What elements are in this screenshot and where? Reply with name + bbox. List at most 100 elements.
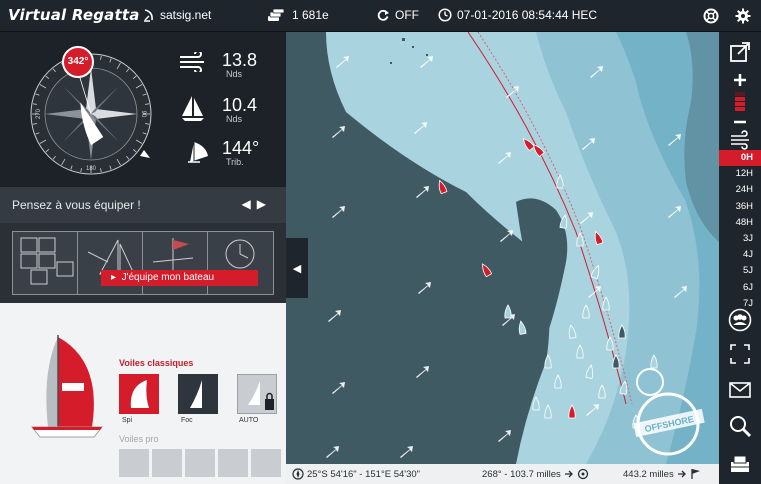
position-readout: 25°S 54'16" - 151°E 54'30" — [292, 468, 420, 480]
equip-boat-button[interactable]: ▸ J'équipe mon bateau — [101, 270, 258, 286]
pro-sail-tile-5[interactable] — [251, 449, 281, 477]
wind-speed-unit: Nds — [226, 69, 243, 79]
top-bar: Virtual Regatta satsig.net 1 681e OFF 07… — [0, 0, 761, 32]
game-clock: 07-01-2016 08:54:44 HEC — [438, 8, 597, 22]
coins-icon — [268, 8, 285, 21]
sail-foc-button[interactable] — [178, 374, 218, 414]
equip-prompt: Pensez à vous équiper ! — [12, 198, 141, 212]
distance-readout: 443.2 milles — [623, 468, 702, 480]
grid-boats-icon — [20, 237, 74, 285]
prev-arrow-icon[interactable]: ◀ — [242, 197, 257, 211]
sync-icon — [377, 9, 389, 21]
credits-display[interactable]: 1 681e — [267, 8, 329, 22]
heading-value: 342° — [67, 56, 89, 67]
left-panel: 0 90 180 270 342° 13.8 Nds 10.4 Nds — [0, 32, 286, 484]
site-label: satsig.net — [160, 8, 212, 22]
forecast-hour-3[interactable]: 36H — [719, 199, 761, 215]
sail-foc-label: Foc — [181, 417, 193, 424]
boat-shop-icon[interactable] — [728, 452, 752, 476]
jib-sail-icon — [190, 380, 202, 408]
sync-toggle[interactable]: OFF — [376, 8, 419, 22]
arrow-right-icon — [564, 470, 573, 478]
virtual-regatta-app: Virtual Regatta satsig.net 1 681e OFF 07… — [0, 0, 761, 484]
sail-spi-label: Spi — [122, 417, 133, 424]
collapse-arrow-icon: ◀ — [292, 262, 302, 275]
satellite-dish-icon — [144, 9, 153, 22]
sail-auto-button[interactable] — [237, 374, 277, 414]
auto-sail-icon — [248, 381, 274, 410]
center-boat-icon[interactable] — [728, 342, 752, 366]
wind-icon — [180, 52, 204, 72]
gear-icon[interactable] — [735, 8, 751, 24]
twa-stat: 144° Trib. — [222, 139, 259, 167]
twa-sail-icon — [188, 142, 208, 163]
mail-icon[interactable] — [728, 378, 752, 402]
equip-carousel[interactable]: ▸ J'équipe mon bateau — [12, 231, 274, 295]
lifebuoy-icon[interactable] — [703, 8, 719, 24]
pro-sail-tile-3[interactable] — [185, 449, 215, 477]
zoom-in-icon[interactable] — [728, 68, 752, 92]
clock-icon — [438, 8, 452, 22]
pro-sail-tile-4[interactable] — [218, 449, 248, 477]
compass-label-180: 180 — [86, 166, 97, 172]
boat-speed-stat: 10.4 Nds — [222, 96, 257, 124]
forecast-hour-1[interactable]: 12H — [719, 166, 761, 182]
play-icon: ▸ — [111, 272, 122, 283]
bearing-value: 268° - 103.7 milles — [482, 468, 561, 480]
compass-small-icon — [292, 468, 304, 480]
sailboat-icon — [182, 96, 204, 121]
forecast-hour-2[interactable]: 24H — [719, 182, 761, 198]
forecast-hours: 0H 12H 24H 36H 48H 3J 4J 5J 6J 7J — [719, 150, 761, 312]
twa-value: 144° — [222, 138, 260, 158]
pro-sails-title: Voiles pro — [119, 434, 159, 444]
sail-auto-label: AUTO — [239, 417, 259, 424]
equip-nav: ◀▶ — [242, 197, 272, 211]
forecast-hour-6[interactable]: 4J — [719, 247, 761, 263]
forecast-hour-7[interactable]: 5J — [719, 263, 761, 279]
expand-icon[interactable] — [728, 40, 752, 64]
equip-cell-1 — [13, 232, 78, 294]
pro-sail-tile-2[interactable] — [152, 449, 182, 477]
forecast-hour-5[interactable]: 3J — [719, 231, 761, 247]
arrow-right-icon — [677, 470, 686, 478]
boat-speed-unit: Nds — [226, 114, 243, 124]
wind-speed-value: 13.8 — [222, 50, 258, 70]
next-arrow-icon[interactable]: ▶ — [257, 197, 272, 211]
pro-sail-tile-1[interactable] — [119, 449, 149, 477]
sail-spi-button[interactable] — [119, 374, 159, 414]
forecast-hour-8[interactable]: 6J — [719, 280, 761, 296]
players-icon[interactable] — [728, 308, 752, 332]
finish-flag-icon — [691, 469, 700, 479]
position-value: 25°S 54'16" - 151°E 54'30" — [307, 468, 421, 480]
equip-strip: ▸ J'équipe mon bateau — [0, 223, 286, 303]
twa-unit: Trib. — [226, 157, 244, 167]
forecast-hour-0[interactable]: 0H — [719, 150, 761, 167]
distance-value: 443.2 milles — [623, 468, 674, 480]
forecast-hour-4[interactable]: 48H — [719, 215, 761, 231]
datetime-value: 07-01-2016 08:54:44 HEC — [457, 8, 598, 22]
wind-speed-stat: 13.8 Nds — [222, 51, 257, 79]
compass-label-270: 270 — [36, 108, 42, 119]
compass-panel: 0 90 180 270 342° 13.8 Nds 10.4 Nds — [0, 32, 286, 187]
compass-label-90: 90 — [140, 111, 146, 118]
sync-label: OFF — [395, 8, 419, 22]
equip-banner: Pensez à vous équiper ! ◀▶ — [0, 187, 286, 223]
site-link[interactable]: satsig.net — [143, 8, 211, 22]
heading-badge: 342° — [62, 46, 94, 78]
credits-value: 1 681e — [292, 8, 329, 22]
waypoint-icon — [577, 468, 588, 480]
equip-button-label: J'équipe mon bateau — [121, 272, 215, 283]
search-icon[interactable] — [728, 414, 752, 438]
app-logo[interactable]: Virtual Regatta — [8, 6, 140, 24]
classic-sails-title: Voiles classiques — [119, 358, 194, 368]
bearing-readout: 268° - 103.7 milles — [482, 468, 589, 480]
spi-sail-icon — [130, 380, 149, 408]
race-map[interactable]: OFFSHORE — [286, 32, 719, 464]
panel-collapse-button[interactable]: ◀ — [286, 238, 308, 298]
wind-layer-icon[interactable] — [728, 128, 752, 152]
boat-speed-value: 10.4 — [222, 95, 258, 115]
status-bar: 25°S 54'16" - 151°E 54'30" 268° - 103.7 … — [286, 464, 719, 484]
right-toolbar: 0H 12H 24H 36H 48H 3J 4J 5J 6J 7J — [719, 32, 761, 484]
sails-panel: Voiles classiques Spi Foc AUTO Voiles pr… — [0, 303, 286, 484]
boat-illustration — [30, 335, 104, 438]
